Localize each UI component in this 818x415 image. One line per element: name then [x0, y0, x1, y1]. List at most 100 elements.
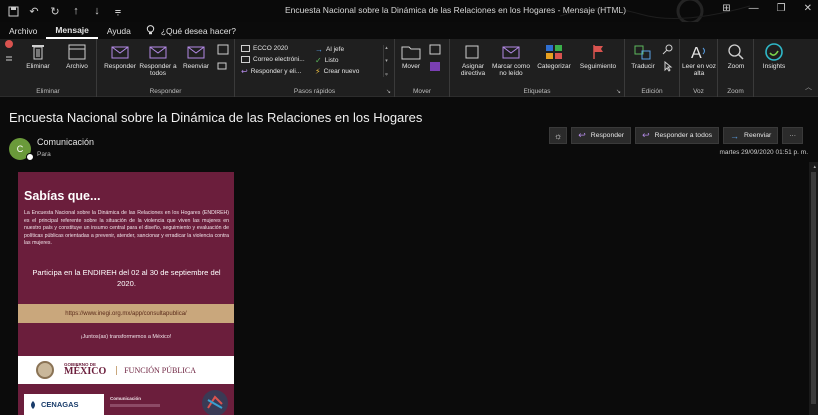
archive-button[interactable]: Archivo [58, 43, 96, 70]
minimize-button[interactable]: — [749, 3, 759, 14]
quick-step-ecco[interactable]: ECCO 2020 [241, 45, 288, 52]
quick-access-toolbar: ↶ ↻ ↑ ↓ ⩦ [0, 5, 124, 18]
magnifier-icon [726, 43, 746, 61]
tell-me-box[interactable]: ¿Qué desea hacer? [140, 24, 236, 37]
delete-button[interactable]: Eliminar [18, 43, 58, 70]
banner-url-link[interactable]: https://www.inegi.org.mx/app/consultapub… [18, 304, 234, 323]
more-actions-button[interactable]: ··· [782, 127, 804, 144]
reply-all-ribbon-button[interactable]: Responder a todos [139, 43, 177, 78]
group-label-edicion: Edición [641, 88, 663, 95]
group-mover: Mover Mover [395, 39, 450, 97]
categorize-button[interactable]: Categorizar [534, 43, 574, 70]
move-extra-buttons[interactable] [425, 43, 445, 74]
svg-text:A: A [691, 45, 702, 61]
collapse-ribbon-icon[interactable]: ︿ [805, 82, 812, 92]
quick-step-email[interactable]: Correo electróni... [241, 56, 305, 63]
follow-up-button[interactable]: Seguimiento [578, 43, 618, 70]
select-cursor-icon [658, 60, 678, 72]
tab-mensaje[interactable]: Mensaje [46, 22, 98, 39]
read-aloud-button[interactable]: A Leer en voz alta [682, 43, 716, 78]
reply-all-ribbon-label: Responder a todos [139, 63, 177, 78]
scroll-up-icon[interactable]: ▴ [813, 164, 816, 170]
close-button[interactable]: ✕ [804, 3, 812, 14]
group-pasos-rapidos: ECCO 2020 Correo electróni... ↩ Responde… [235, 39, 395, 97]
group-eliminar: Eliminar Archivo Eliminar [0, 39, 97, 97]
assign-policy-label: Asignar directiva [460, 63, 486, 78]
archive-label: Archivo [66, 63, 88, 70]
funcion-publica-logo: FUNCIÓN PÚBLICA [116, 365, 196, 375]
mexico-seal-icon [36, 361, 54, 379]
sun-button[interactable]: ☼ [549, 127, 568, 144]
quick-steps-scroll[interactable]: ▴ ▾ ⩦ [383, 45, 389, 77]
edit-extra-buttons[interactable] [659, 43, 677, 74]
group-voz: A Leer en voz alta Voz [680, 39, 718, 97]
reply-ribbon-button[interactable]: Responder [103, 43, 137, 70]
government-logos: GOBIERNO DE MÉXICO FUNCIÓN PÚBLICA [18, 356, 234, 384]
mark-unread-label: Marcar como no leído [492, 63, 530, 78]
window-controls: ⊞ — ❐ ✕ [722, 3, 812, 14]
translate-button[interactable]: Traducir [629, 43, 657, 70]
reply-all-envelope-icon [148, 43, 168, 61]
onenote-icon [425, 60, 445, 72]
translate-label: Traducir [631, 63, 655, 70]
forward-button[interactable]: → Reenviar [723, 127, 779, 144]
group-label-zoom: Zoom [727, 88, 744, 95]
read-aloud-label: Leer en voz alta [682, 63, 716, 78]
assign-policy-button[interactable]: Asignar directiva [456, 43, 490, 78]
insights-button[interactable]: Insights [756, 43, 792, 70]
group-label-responder: Responder [149, 88, 182, 95]
meeting-icon [213, 43, 233, 55]
sun-icon: ☼ [554, 130, 563, 141]
insights-label: Insights [762, 63, 786, 70]
check-icon: ✓ [315, 56, 322, 65]
to-label: Para [37, 151, 51, 158]
scrollbar-thumb[interactable] [811, 172, 816, 404]
reply-ribbon-label: Responder [104, 63, 136, 70]
reply-all-button[interactable]: ↩ Responder a todos [635, 127, 720, 144]
sender-name[interactable]: Comunicación [37, 137, 94, 147]
zoom-button[interactable]: Zoom [720, 43, 752, 70]
reply-button[interactable]: ↩ Responder [571, 127, 632, 144]
customize-qat-icon[interactable]: ⩦ [112, 5, 124, 17]
translate-icon [633, 43, 653, 61]
tab-archivo[interactable]: Archivo [0, 22, 46, 39]
banner-heading: Sabías que... [24, 189, 101, 203]
quick-step-email-icon [241, 56, 250, 63]
group-etiquetas: Asignar directiva Marcar como no leído C… [450, 39, 625, 97]
up-arrow-icon[interactable]: ↑ [70, 5, 82, 17]
quick-step-reply-delete[interactable]: ↩ Responder y eli... [241, 67, 301, 76]
quick-step-done[interactable]: ✓ Listo [315, 56, 338, 65]
reply-envelope-icon [110, 43, 130, 61]
ribbon-tabs: Archivo Mensaje Ayuda ¿Qué desea hacer? [0, 22, 818, 39]
forward-arrow-icon: → [730, 130, 740, 141]
reply-all-arrow-icon: ↩ [642, 130, 650, 140]
ignore-button[interactable] [2, 40, 16, 63]
quick-step-create-new[interactable]: ⚡ Crear nuevo [315, 67, 359, 76]
footer-comunicacion: Comunicación [110, 396, 142, 401]
group-edicion: Traducir Edición [625, 39, 680, 97]
forward-ribbon-button[interactable]: Reenviar [179, 43, 213, 70]
respond-more-buttons[interactable] [215, 43, 231, 75]
tab-ayuda[interactable]: Ayuda [98, 22, 140, 39]
email-banner: Sabías que... La Encuesta Nacional sobre… [18, 172, 234, 415]
save-icon[interactable] [7, 5, 19, 17]
maximize-button[interactable]: ❐ [777, 3, 786, 14]
move-button[interactable]: Mover [399, 43, 423, 70]
down-arrow-icon[interactable]: ↓ [91, 5, 103, 17]
move-folder-icon [401, 43, 421, 61]
quick-step-reply-delete-icon: ↩ [241, 67, 248, 76]
undo-icon[interactable]: ↶ [28, 5, 40, 18]
ribbon-display-icon[interactable]: ⊞ [722, 3, 730, 14]
quick-steps-launcher-icon[interactable]: ↘ [386, 88, 391, 95]
lightning-icon: ⚡ [315, 67, 321, 76]
quick-step-to-manager[interactable]: → Al jefe [315, 45, 344, 54]
group-label-voz: Voz [693, 88, 704, 95]
zoom-label: Zoom [727, 63, 745, 70]
im-icon [213, 61, 233, 73]
presence-indicator [26, 153, 34, 161]
tags-launcher-icon[interactable]: ↘ [616, 88, 621, 95]
mark-unread-button[interactable]: Marcar como no leído [492, 43, 530, 78]
redo-icon[interactable]: ↻ [49, 5, 61, 18]
group-label-etiquetas: Etiquetas [523, 88, 551, 95]
insights-icon [764, 43, 784, 61]
